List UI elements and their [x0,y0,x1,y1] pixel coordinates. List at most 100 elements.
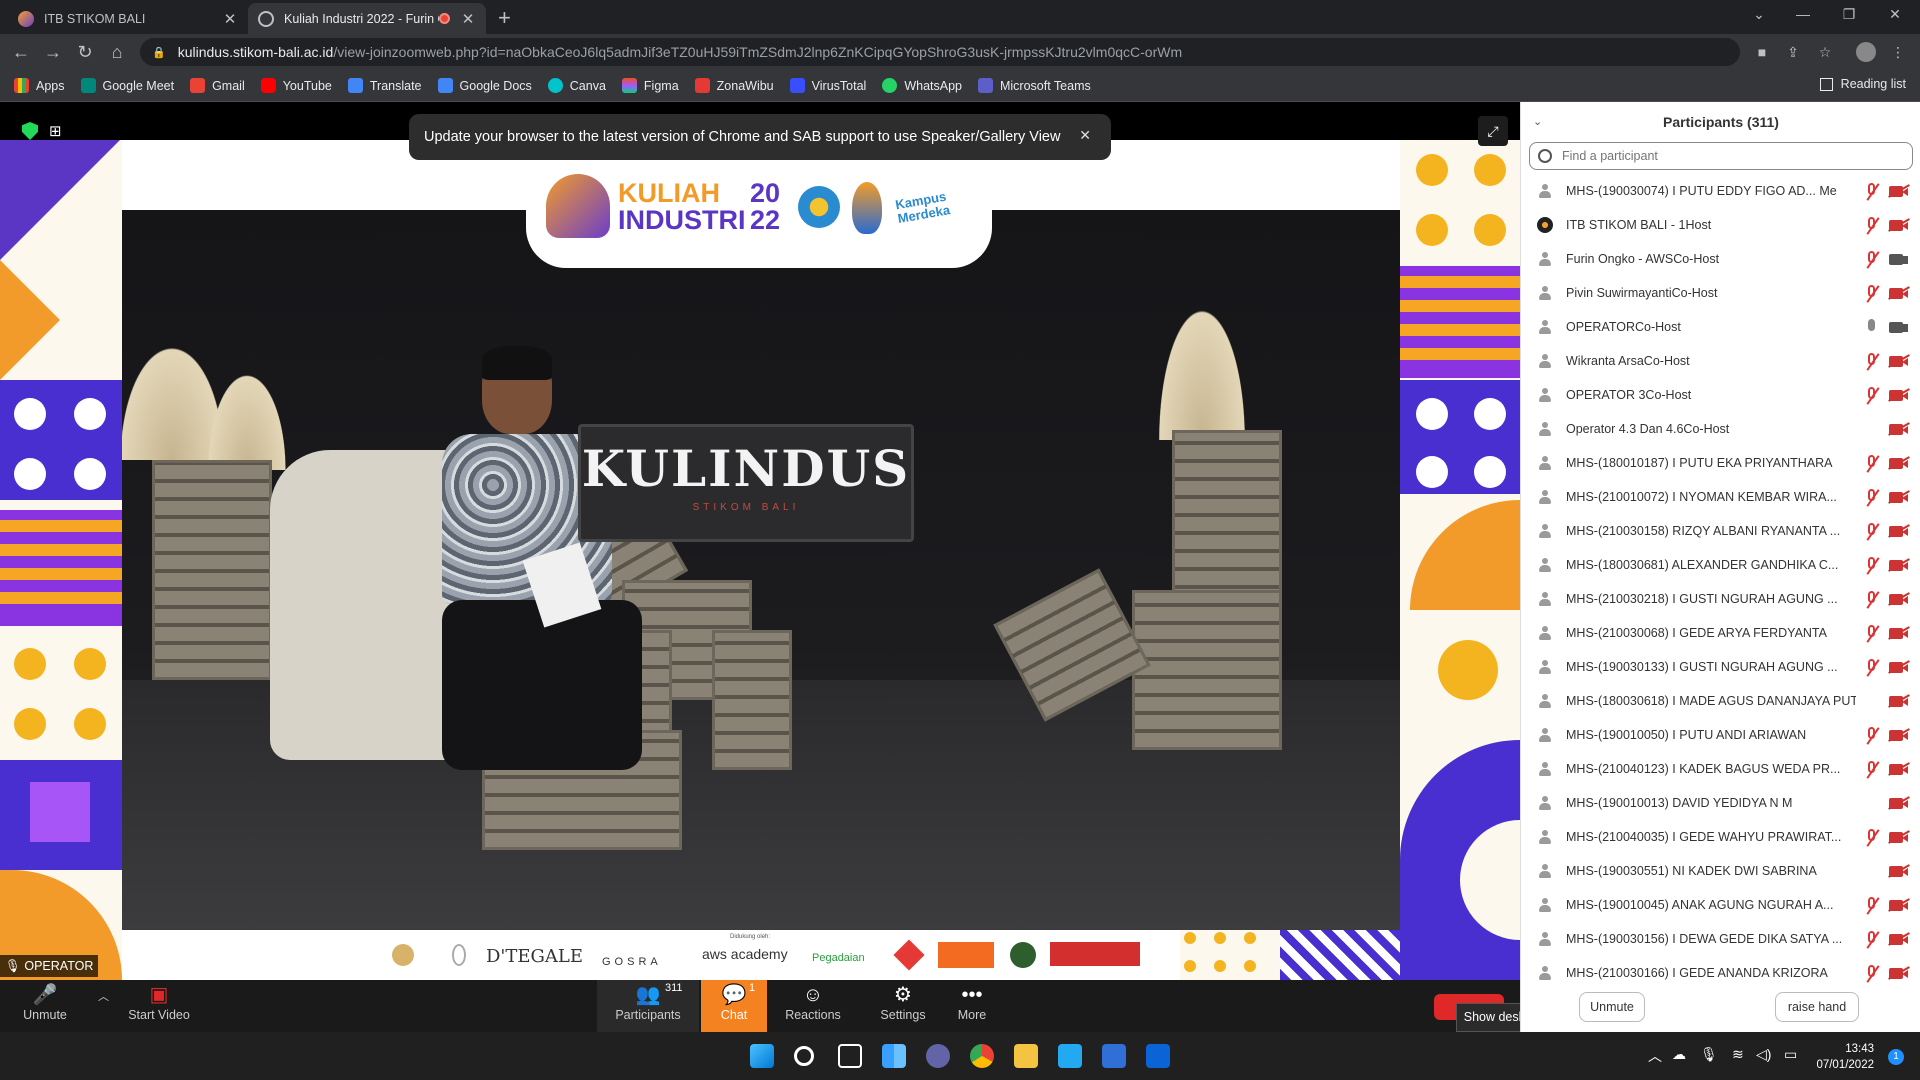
task-view-icon[interactable] [838,1044,862,1068]
participant-row[interactable]: OPERATORCo-Host [1521,310,1920,344]
store-icon[interactable] [1102,1044,1126,1068]
bookmark-virustotal[interactable]: VirusTotal [789,78,866,93]
settings-button[interactable]: ⚙ Settings [872,980,934,1032]
restore-icon[interactable]: ❐ [1826,0,1872,30]
security-shield-icon[interactable] [22,122,38,140]
tab-kuliah-industri[interactable]: Kuliah Industri 2022 - Furin O ✕ [248,3,486,34]
bookmark-apps[interactable]: Apps [14,78,65,93]
bookmark-microsoft-teams[interactable]: Microsoft Teams [977,78,1091,93]
participants-button[interactable]: 👥 Participants 311 [597,980,699,1032]
participant-name: Pivin SuwirmayantiCo-Host [1566,286,1718,300]
fullscreen-expand-icon[interactable]: ⤢ [1478,116,1508,146]
participant-row[interactable]: MHS-(180030681) ALEXANDER GANDHIKA C... [1521,548,1920,582]
reload-icon[interactable]: ↻ [74,41,96,63]
participant-row[interactable]: MHS-(190030551) NI KADEK DWI SABRINA [1521,854,1920,888]
participant-name: ITB STIKOM BALI - 1Host [1566,218,1712,232]
participant-row[interactable]: ITB STIKOM BALI - 1Host [1521,208,1920,242]
participant-row[interactable]: MHS-(210030068) I GEDE ARYA FERDYANTA [1521,616,1920,650]
bookmark-gmail[interactable]: Gmail [190,78,245,93]
minimize-icon[interactable]: — [1780,0,1826,30]
mail-icon[interactable] [1146,1044,1170,1068]
close-window-icon[interactable]: ✕ [1872,0,1918,30]
tab-itb-stikom[interactable]: ITB STIKOM BALI ✕ [8,3,248,34]
notification-badge[interactable]: 1 [1888,1049,1904,1065]
bookmark-zonawibu[interactable]: ZonaWibu [694,78,774,93]
participant-row[interactable]: MHS-(210010072) I NYOMAN KEMBAR WIRA... [1521,480,1920,514]
search-icon[interactable] [794,1046,814,1066]
participant-row[interactable]: Operator 4.3 Dan 4.6Co-Host [1521,412,1920,446]
participant-row[interactable]: MHS-(190010045) ANAK AGUNG NGURAH A... [1521,888,1920,922]
user-avatar-icon [1537,489,1553,505]
battery-icon[interactable]: ▭ [1784,1046,1797,1063]
close-banner-icon[interactable]: ✕ [1079,127,1091,144]
participant-list[interactable]: MHS-(190030074) I PUTU EDDY FIGO AD... M… [1521,174,1920,990]
more-dots-icon: ••• [961,984,983,1006]
vscode-icon[interactable] [1058,1044,1082,1068]
participant-row[interactable]: OPERATOR 3Co-Host [1521,378,1920,412]
audio-options-chevron-icon[interactable]: ︿ [98,988,109,1004]
bookmark-youtube[interactable]: YouTube [260,78,332,93]
participant-row[interactable]: MHS-(190010050) I PUTU ANDI ARIAWAN [1521,718,1920,752]
sponsor-pegadaian: Pegadaian [812,952,865,964]
chrome-icon[interactable] [970,1044,994,1068]
apps-grid-icon [14,78,29,93]
bookmark-canva[interactable]: Canva [547,78,606,93]
volume-icon[interactable]: ◁) [1756,1046,1771,1063]
home-icon[interactable]: ⌂ [106,41,128,63]
share-icon[interactable]: ⇪ [1783,42,1803,62]
onedrive-icon[interactable]: ☁ [1672,1046,1686,1063]
system-clock[interactable]: 13:43 07/01/2022 [1816,1041,1874,1073]
forward-arrow-icon[interactable]: → [42,41,64,63]
participant-row[interactable]: Wikranta ArsaCo-Host [1521,344,1920,378]
participant-row[interactable]: Furin Ongko - AWSCo-Host [1521,242,1920,276]
windows-start-icon[interactable] [750,1044,774,1068]
more-button[interactable]: ••• More [944,980,1000,1032]
bookmark-translate[interactable]: Translate [347,78,422,93]
frame-decoration-bottom [1280,930,1400,980]
unmute-button[interactable]: 🎤 Unmute [14,980,76,1032]
participant-row[interactable]: MHS-(210030218) I GUSTI NGURAH AGUNG ... [1521,582,1920,616]
widgets-icon[interactable] [882,1044,906,1068]
participant-row[interactable]: MHS-(190030133) I GUSTI NGURAH AGUNG ... [1521,650,1920,684]
participant-row[interactable]: MHS-(210040035) I GEDE WAHYU PRAWIRAT... [1521,820,1920,854]
tab-strip: ITB STIKOM BALI ✕ Kuliah Industri 2022 -… [0,0,1920,34]
bookmark-google-meet[interactable]: Google Meet [80,78,174,93]
close-tab-icon[interactable]: ✕ [460,10,476,28]
bookmark-google-docs[interactable]: Google Docs [437,78,532,93]
unmute-me-button[interactable]: Unmute [1579,992,1645,1022]
participant-row[interactable]: MHS-(210030166) I GEDE ANANDA KRIZORA [1521,956,1920,990]
bookmark-whatsapp[interactable]: WhatsApp [882,78,962,93]
back-arrow-icon[interactable]: ← [10,41,32,63]
start-video-button[interactable]: ▣ Start Video [124,980,194,1032]
mic-tray-icon[interactable]: 🎙 [1700,1046,1718,1063]
file-explorer-icon[interactable] [1014,1044,1038,1068]
raise-hand-button[interactable]: raise hand [1775,992,1859,1022]
reading-list[interactable]: Reading list [1819,77,1906,91]
menu-kebab-icon[interactable]: ⋮ [1888,42,1908,62]
close-tab-icon[interactable]: ✕ [222,10,238,28]
profile-avatar[interactable] [1856,42,1876,62]
address-bar[interactable]: 🔒 kulindus.stikom-bali.ac.id/view-joinzo… [140,38,1740,66]
participant-row[interactable]: MHS-(190030156) I DEWA GEDE DIKA SATYA .… [1521,922,1920,956]
bookmark-star-icon[interactable]: ☆ [1815,42,1835,62]
participant-row[interactable]: MHS-(180010187) I PUTU EKA PRIYANTHARA [1521,446,1920,480]
participant-row[interactable]: MHS-(210040123) I KADEK BAGUS WEDA PR... [1521,752,1920,786]
wifi-icon[interactable]: ≋ [1732,1046,1744,1063]
view-grid-icon[interactable]: ⊞ [49,122,62,140]
participant-row[interactable]: MHS-(180030618) I MADE AGUS DANANJAYA PU… [1521,684,1920,718]
camera-in-use-icon[interactable]: ■ [1752,42,1772,62]
bookmark-figma[interactable]: Figma [621,78,679,93]
new-tab-icon[interactable]: + [498,5,511,31]
chat-button[interactable]: 💬 Chat 1 [701,980,767,1032]
participant-search[interactable] [1529,142,1913,170]
participant-row[interactable]: MHS-(190030074) I PUTU EDDY FIGO AD... M… [1521,174,1920,208]
teams-chat-icon[interactable] [926,1044,950,1068]
tray-chevron-icon[interactable]: ︿ [1648,1046,1662,1066]
reactions-button[interactable]: ☺ Reactions [780,980,846,1032]
participant-search-input[interactable] [1562,149,1892,163]
participant-row[interactable]: MHS-(190010013) DAVID YEDIDYA N M [1521,786,1920,820]
tab-search-icon[interactable]: ⌄ [1736,0,1782,30]
participant-row[interactable]: MHS-(210030158) RIZQY ALBANI RYANANTA ..… [1521,514,1920,548]
user-avatar-icon [1537,897,1553,913]
participant-row[interactable]: Pivin SuwirmayantiCo-Host [1521,276,1920,310]
